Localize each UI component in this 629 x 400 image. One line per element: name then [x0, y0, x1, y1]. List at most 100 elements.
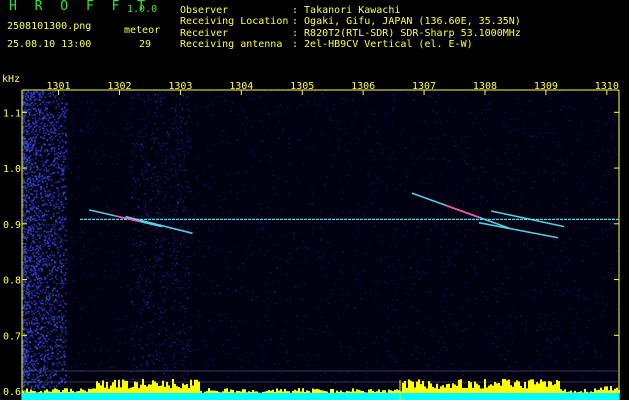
- histogram-bar: [188, 388, 190, 393]
- histogram-bar: [228, 391, 230, 393]
- histogram-bar: [76, 391, 78, 393]
- y-tick-label: 0.7: [3, 331, 21, 342]
- histogram-bar: [582, 392, 584, 393]
- histogram-bar: [498, 383, 500, 393]
- histogram-bar: [200, 390, 202, 393]
- histogram-bar: [544, 381, 546, 393]
- x-tick-label: 1309: [534, 81, 558, 92]
- histogram-bar: [470, 382, 472, 393]
- histogram-bar: [164, 386, 166, 393]
- histogram-bar: [166, 381, 168, 393]
- histogram-bar: [362, 391, 364, 393]
- histogram-bar: [276, 388, 278, 393]
- histogram-bar: [218, 391, 220, 393]
- histogram-bar: [410, 380, 412, 393]
- histogram-bar: [262, 391, 264, 393]
- histogram-bar: [64, 388, 66, 393]
- histogram-bar: [600, 387, 602, 393]
- histogram-bar: [500, 385, 502, 393]
- histogram-bar: [596, 390, 598, 393]
- histogram-bar: [46, 389, 48, 393]
- histogram-bar: [90, 389, 92, 393]
- histogram-bar: [528, 380, 530, 393]
- histogram-bar: [72, 391, 74, 393]
- y-tick-label: 0.9: [3, 220, 21, 231]
- histogram-bar: [206, 391, 208, 393]
- histogram-bar: [538, 383, 540, 393]
- histogram-bar: [558, 381, 560, 393]
- histogram-bar: [52, 389, 54, 393]
- histogram-bar: [532, 379, 534, 393]
- histogram-bar: [184, 384, 186, 393]
- histogram-bar: [190, 379, 192, 393]
- histogram-bar: [408, 379, 410, 393]
- histogram-bar: [140, 384, 142, 393]
- histogram-bar: [62, 390, 64, 393]
- histogram-bar: [234, 392, 236, 393]
- histogram-bar: [252, 390, 254, 393]
- histogram-bar: [450, 388, 452, 393]
- histogram-bar: [244, 389, 246, 393]
- histogram-bar: [448, 383, 450, 393]
- histogram-bar: [162, 380, 164, 393]
- histogram-bar: [356, 389, 358, 393]
- histogram-bar: [306, 390, 308, 393]
- histogram-bar: [118, 379, 120, 393]
- histogram-bar: [264, 391, 266, 393]
- histogram-bar: [564, 389, 566, 393]
- histogram-bar: [34, 391, 36, 393]
- histogram-bar: [144, 385, 146, 393]
- histogram-bar: [446, 384, 448, 393]
- histogram-bar: [530, 379, 532, 393]
- histogram-bar: [432, 386, 434, 393]
- histogram-bar: [358, 389, 360, 393]
- histogram-bar: [178, 386, 180, 393]
- histogram-bar: [246, 392, 248, 393]
- histogram-bar: [278, 390, 280, 393]
- histogram-bar: [180, 388, 182, 393]
- histogram-bar: [66, 388, 68, 393]
- histogram-bar: [286, 391, 288, 393]
- histogram-bar: [232, 390, 234, 393]
- histogram-bar: [284, 388, 286, 393]
- histogram-bar: [224, 388, 226, 393]
- histogram-bar: [508, 379, 510, 393]
- histogram-bar: [312, 388, 314, 393]
- histogram-bar: [504, 379, 506, 393]
- histogram-bar: [580, 391, 582, 393]
- histogram-bar: [86, 391, 88, 393]
- histogram-bar: [26, 388, 28, 393]
- histogram-bar: [74, 392, 76, 393]
- plot-background: [22, 90, 619, 400]
- histogram-bar: [136, 382, 138, 393]
- histogram-bar: [268, 390, 270, 393]
- histogram-bar: [380, 392, 382, 393]
- histogram-bar: [552, 385, 554, 393]
- histogram-bar: [272, 389, 274, 393]
- histogram-bar: [222, 391, 224, 393]
- histogram-bar: [100, 385, 102, 393]
- histogram-bar: [426, 388, 428, 393]
- histogram-bar: [314, 389, 316, 393]
- histogram-bar: [478, 385, 480, 393]
- histogram-bar: [510, 385, 512, 393]
- histogram-bar: [560, 389, 562, 393]
- histogram-bar: [548, 381, 550, 393]
- histogram-bar: [598, 389, 600, 393]
- histogram-bar: [616, 387, 618, 393]
- histogram-bar: [472, 387, 474, 393]
- histogram-bar: [156, 383, 158, 393]
- histogram-bar: [512, 386, 514, 393]
- histogram-bar: [506, 380, 508, 393]
- histogram-bar: [452, 383, 454, 393]
- histogram-bar: [236, 390, 238, 393]
- histogram-bar: [170, 388, 172, 393]
- histogram-bar: [48, 391, 50, 393]
- histogram-bar: [102, 380, 104, 393]
- histogram-bar: [134, 381, 136, 393]
- histogram-bar: [336, 390, 338, 393]
- histogram-bar: [462, 388, 464, 393]
- histogram-bar: [212, 390, 214, 393]
- histogram-bar: [332, 389, 334, 393]
- histogram-bar: [80, 388, 82, 393]
